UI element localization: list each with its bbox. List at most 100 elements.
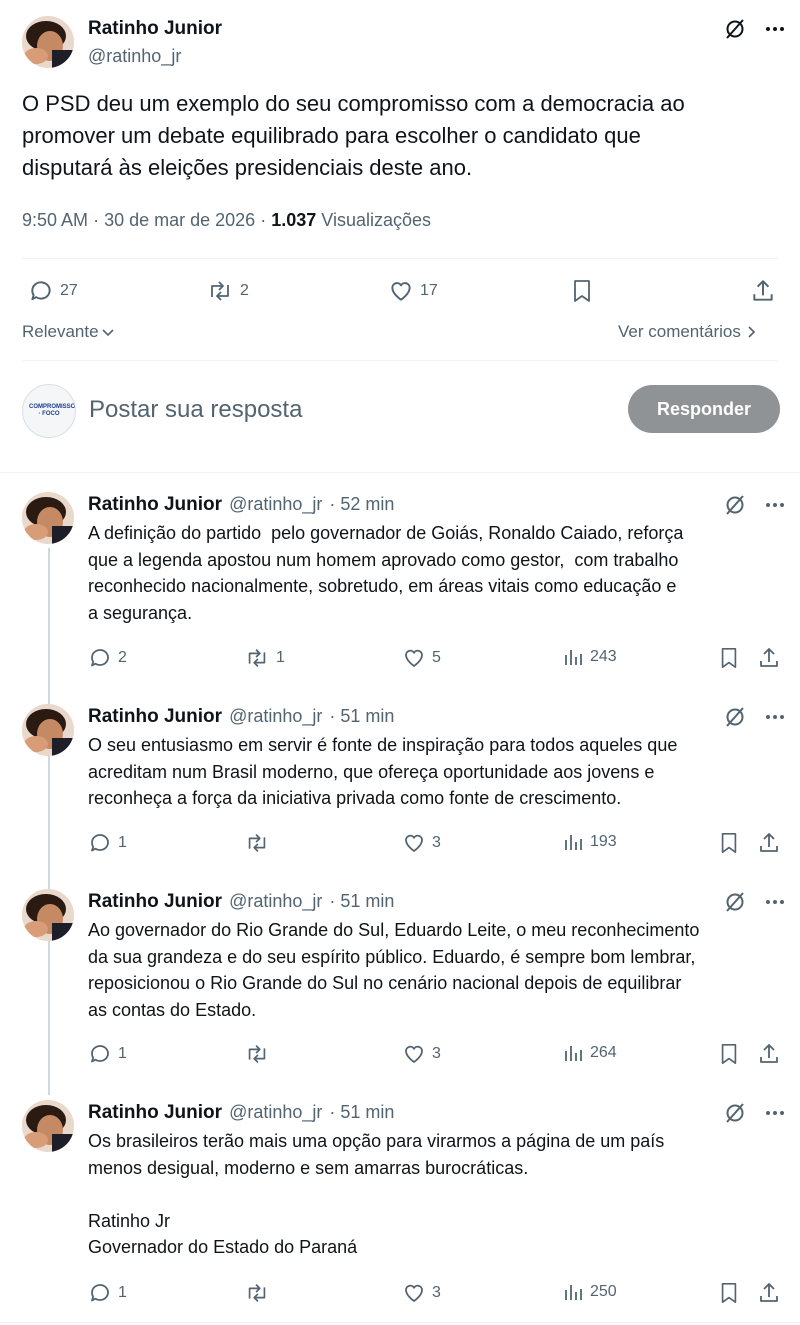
heart-icon <box>402 1281 426 1305</box>
reply-reply-button[interactable]: 1 <box>88 831 127 855</box>
views-count: 250 <box>590 1283 617 1300</box>
thread-connector <box>48 548 50 1095</box>
bookmark-icon[interactable] <box>570 278 594 304</box>
like-button[interactable]: 17 <box>388 278 438 304</box>
chevron-down-icon <box>101 325 115 339</box>
grok-icon[interactable] <box>724 494 746 516</box>
more-options-icon[interactable] <box>764 494 786 516</box>
reply-text: O seu entusiasmo em servir é fonte de in… <box>88 735 678 808</box>
reply-retweet-button[interactable]: 1 <box>244 646 285 670</box>
reply-reply-button[interactable]: 1 <box>88 1042 127 1066</box>
grok-icon[interactable] <box>724 706 746 728</box>
bookmark-icon[interactable] <box>718 831 740 855</box>
views-count: 243 <box>590 648 617 665</box>
share-icon[interactable] <box>750 278 776 304</box>
view-comments-label: Ver comentários <box>618 322 741 341</box>
reply-like-button[interactable]: 3 <box>402 831 441 855</box>
heart-icon <box>388 278 414 304</box>
views-count: 193 <box>590 833 617 850</box>
bookmark-icon[interactable] <box>718 1042 740 1066</box>
reply-count: 27 <box>60 282 78 299</box>
reply-views-button[interactable]: 250 <box>562 1281 617 1303</box>
reply-avatar[interactable] <box>22 1100 74 1152</box>
reply-author-name[interactable]: Ratinho Junior <box>88 494 222 516</box>
bookmark-icon[interactable] <box>718 646 740 670</box>
reply-like-button[interactable]: 3 <box>402 1042 441 1066</box>
share-icon[interactable] <box>757 831 781 855</box>
like-count: 3 <box>432 834 441 851</box>
reply-retweet-button[interactable] <box>244 1281 276 1305</box>
reply-author-name[interactable]: Ratinho Junior <box>88 706 222 728</box>
reply-input[interactable]: Postar sua resposta <box>89 396 302 424</box>
more-options-icon[interactable] <box>764 891 786 913</box>
reply-header: Ratinho Junior @ratinho_jr · 51 min <box>88 1102 394 1124</box>
reply-count: 1 <box>118 1045 127 1062</box>
author-avatar[interactable] <box>22 16 74 68</box>
tweet-text: O PSD deu um exemplo do seu compromisso … <box>22 91 685 180</box>
reply-time[interactable]: · 52 min <box>329 494 394 515</box>
share-icon[interactable] <box>757 1042 781 1066</box>
reply-time[interactable]: · 51 min <box>329 891 394 912</box>
reply-button[interactable]: 27 <box>28 278 78 304</box>
reply-author-handle[interactable]: @ratinho_jr <box>229 706 322 727</box>
more-options-icon[interactable] <box>764 706 786 728</box>
more-options-icon[interactable] <box>764 18 786 40</box>
retweet-count: 2 <box>240 282 249 299</box>
views-count: 264 <box>590 1044 617 1061</box>
meta-separator: · <box>260 210 267 230</box>
grok-icon[interactable] <box>724 891 746 913</box>
reply-reply-button[interactable]: 2 <box>88 646 127 670</box>
views-icon <box>562 831 584 853</box>
reply-header: Ratinho Junior @ratinho_jr · 51 min <box>88 891 394 913</box>
views-icon <box>562 1281 584 1303</box>
reply-views-button[interactable]: 264 <box>562 1042 617 1064</box>
reply-header: Ratinho Junior @ratinho_jr · 51 min <box>88 706 394 728</box>
retweet-icon <box>244 1042 270 1066</box>
retweet-icon <box>244 1281 270 1305</box>
grok-icon[interactable] <box>724 18 746 40</box>
heart-icon <box>402 646 426 670</box>
reply-like-button[interactable]: 3 <box>402 1281 441 1305</box>
reply-reply-button[interactable]: 1 <box>88 1281 127 1305</box>
reply-avatar[interactable] <box>22 492 74 544</box>
reply-author-handle[interactable]: @ratinho_jr <box>229 1102 322 1123</box>
view-comments-link[interactable]: Ver comentários <box>618 322 757 342</box>
reply-retweet-button[interactable] <box>244 831 276 855</box>
reply-retweet-button[interactable] <box>244 1042 276 1066</box>
grok-icon[interactable] <box>724 1102 746 1124</box>
reply-author-name[interactable]: Ratinho Junior <box>88 1102 222 1124</box>
more-options-icon[interactable] <box>764 1102 786 1124</box>
retweet-button[interactable]: 2 <box>206 278 249 304</box>
author-name[interactable]: Ratinho Junior <box>88 18 222 40</box>
retweet-count: 1 <box>276 649 285 666</box>
tweet-metadata: 9:50 AM · 30 de mar de 2026 · 1.037 Visu… <box>22 210 431 231</box>
tweet-date[interactable]: 30 de mar de 2026 <box>104 210 255 230</box>
divider <box>22 360 778 361</box>
reply-views-button[interactable]: 243 <box>562 646 617 668</box>
compose-avatar[interactable]: COMPROMISSO · FOCO <box>22 384 76 438</box>
heart-icon <box>402 1042 426 1066</box>
reply-icon <box>88 646 112 670</box>
bookmark-icon[interactable] <box>718 1281 740 1305</box>
author-handle[interactable]: @ratinho_jr <box>88 46 181 67</box>
views-icon <box>562 1042 584 1064</box>
share-icon[interactable] <box>757 646 781 670</box>
share-icon[interactable] <box>757 1281 781 1305</box>
tweet-time[interactable]: 9:50 AM <box>22 210 88 230</box>
reply-views-button[interactable]: 193 <box>562 831 617 853</box>
reply-author-name[interactable]: Ratinho Junior <box>88 891 222 913</box>
reply-author-handle[interactable]: @ratinho_jr <box>229 891 322 912</box>
chevron-right-icon <box>745 325 757 339</box>
reply-count: 2 <box>118 649 127 666</box>
reply-time[interactable]: · 51 min <box>329 706 394 727</box>
reply-time[interactable]: · 51 min <box>329 1102 394 1123</box>
reply-avatar[interactable] <box>22 704 74 756</box>
reply-author-handle[interactable]: @ratinho_jr <box>229 494 322 515</box>
views-count: 1.037 <box>271 210 317 230</box>
reply-submit-button[interactable]: Responder <box>628 385 780 433</box>
reply-avatar[interactable] <box>22 889 74 941</box>
sort-relevance-dropdown[interactable]: Relevante <box>22 322 115 342</box>
views-label: Visualizações <box>321 210 432 230</box>
reply-text: Ao governador do Rio Grande do Sul, Edua… <box>88 920 700 1020</box>
reply-like-button[interactable]: 5 <box>402 646 441 670</box>
